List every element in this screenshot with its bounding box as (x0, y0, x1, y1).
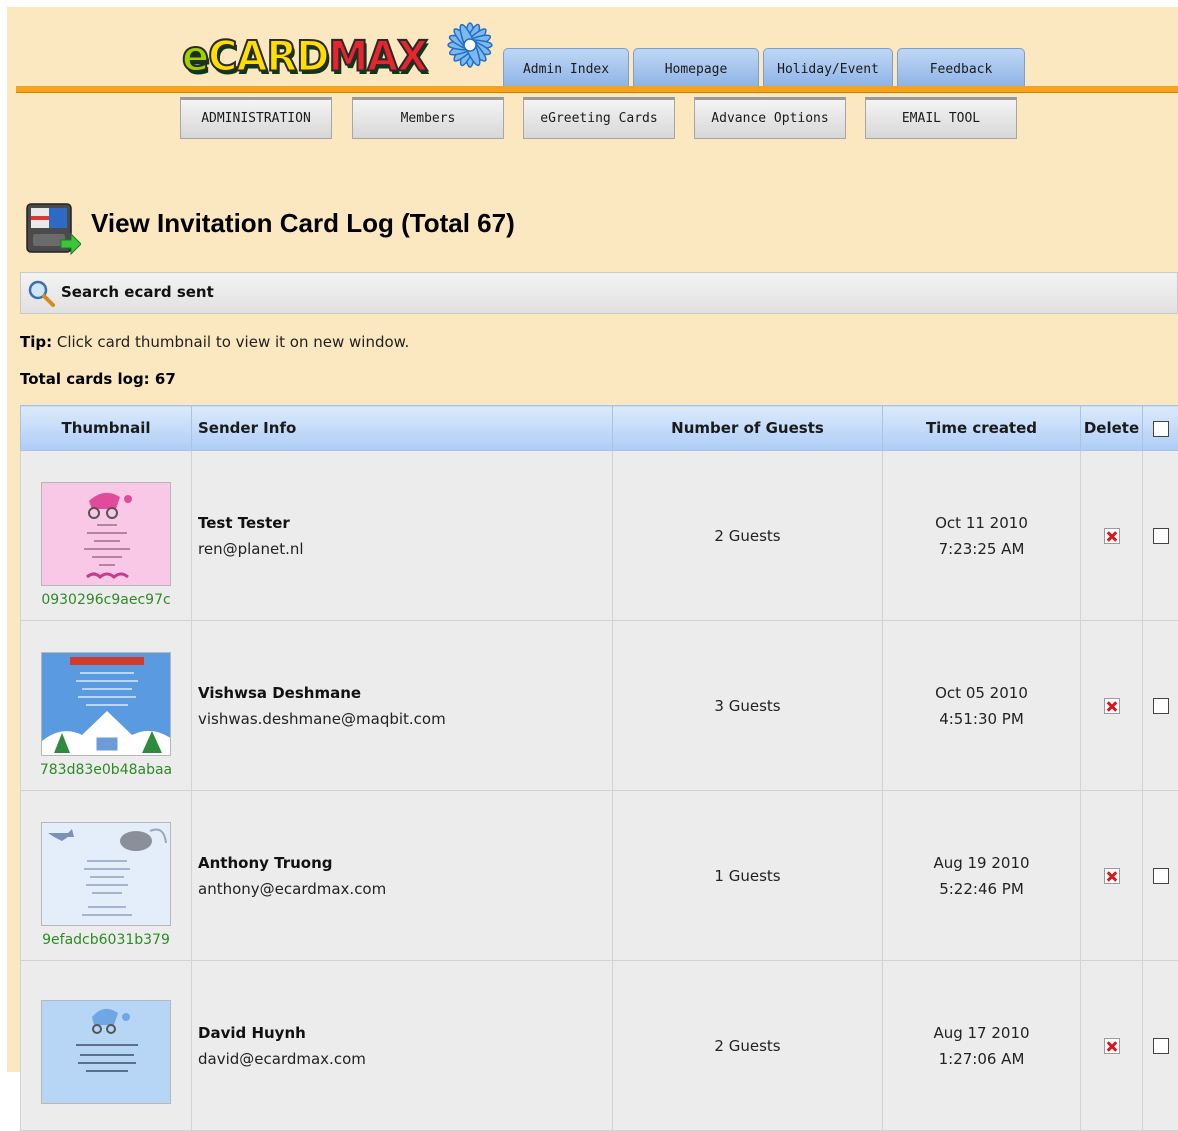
sender-name: Vishwsa Deshmane (198, 680, 612, 706)
nav-administration[interactable]: ADMINISTRATION (180, 97, 332, 139)
table-header-row: Thumbnail Sender Info Number of Guests T… (21, 406, 1178, 451)
table-row: David Huynh david@ecardmax.com 2 Guests … (21, 961, 1178, 1131)
select-cell (1143, 451, 1178, 621)
table-row: 0930296c9aec97c Test Tester ren@planet.n… (21, 451, 1178, 621)
created-time: 4:51:30 PM (883, 706, 1080, 732)
thumbnail-cell: 783d83e0b48abaa (21, 621, 192, 791)
card-log-table: Thumbnail Sender Info Number of Guests T… (20, 405, 1178, 1131)
nav-egreeting-cards[interactable]: eGreeting Cards (523, 97, 675, 139)
delete-cell (1081, 791, 1143, 961)
sender-email: vishwas.deshmane@maqbit.com (198, 706, 612, 732)
search-label: Search ecard sent (61, 283, 214, 301)
sender-cell: Vishwsa Deshmane vishwas.deshmane@maqbit… (192, 621, 613, 791)
delete-icon[interactable] (1104, 698, 1120, 714)
delete-icon[interactable] (1104, 868, 1120, 884)
sender-cell: Test Tester ren@planet.nl (192, 451, 613, 621)
row-checkbox[interactable] (1153, 698, 1169, 714)
guests-cell: 3 Guests (613, 621, 883, 791)
sender-email: anthony@ecardmax.com (198, 876, 612, 902)
created-time: 5:22:46 PM (883, 876, 1080, 902)
tab-admin-index[interactable]: Admin Index (503, 48, 629, 86)
delete-cell (1081, 451, 1143, 621)
created-date: Oct 05 2010 (883, 680, 1080, 706)
guests-cell: 1 Guests (613, 791, 883, 961)
search-bar[interactable]: Search ecard sent (20, 272, 1178, 314)
page: eCARDMAX Admin Index Homepage Holiday/Ev… (7, 7, 1178, 1072)
col-select-all[interactable] (1143, 406, 1178, 451)
row-checkbox[interactable] (1153, 528, 1169, 544)
created-time: 7:23:25 AM (883, 536, 1080, 562)
sender-cell: Anthony Truong anthony@ecardmax.com (192, 791, 613, 961)
header-divider (16, 86, 1178, 93)
logo-flower-icon (428, 11, 510, 83)
guests-cell: 2 Guests (613, 961, 883, 1131)
nav-members[interactable]: Members (352, 97, 504, 139)
card-code-link[interactable]: 9efadcb6031b379 (21, 932, 191, 948)
sender-email: david@ecardmax.com (198, 1046, 612, 1072)
col-sender-info: Sender Info (192, 406, 613, 451)
created-date: Aug 19 2010 (883, 850, 1080, 876)
col-number-of-guests: Number of Guests (613, 406, 883, 451)
delete-cell (1081, 961, 1143, 1131)
row-checkbox[interactable] (1153, 868, 1169, 884)
sender-name: Test Tester (198, 510, 612, 536)
card-code-link[interactable]: 0930296c9aec97c (21, 592, 191, 608)
col-thumbnail: Thumbnail (21, 406, 192, 451)
tip-text: Tip: Click card thumbnail to view it on … (20, 333, 409, 351)
time-cell: Aug 17 2010 1:27:06 AM (883, 961, 1081, 1131)
select-cell (1143, 621, 1178, 791)
card-log-icon (25, 200, 81, 256)
delete-icon[interactable] (1104, 528, 1120, 544)
sender-cell: David Huynh david@ecardmax.com (192, 961, 613, 1131)
ecardmax-logo[interactable]: eCARDMAX (180, 11, 510, 83)
select-cell (1143, 791, 1178, 961)
card-thumbnail[interactable] (41, 652, 171, 756)
nav-advance-options[interactable]: Advance Options (694, 97, 846, 139)
table-row: 783d83e0b48abaa Vishwsa Deshmane vishwas… (21, 621, 1178, 791)
magnifier-icon (27, 279, 55, 307)
sub-nav: ADMINISTRATION Members eGreeting Cards A… (170, 93, 1034, 142)
total-cards-log: Total cards log: 67 (20, 370, 176, 388)
table-row: 9efadcb6031b379 Anthony Truong anthony@e… (21, 791, 1178, 961)
select-all-checkbox[interactable] (1153, 421, 1169, 437)
time-cell: Aug 19 2010 5:22:46 PM (883, 791, 1081, 961)
tab-feedback[interactable]: Feedback (897, 48, 1025, 86)
logo-wordmark: eCARDMAX (182, 32, 427, 82)
tab-homepage[interactable]: Homepage (633, 48, 759, 86)
col-time-created: Time created (883, 406, 1081, 451)
card-code-link[interactable]: 783d83e0b48abaa (21, 762, 191, 778)
row-checkbox[interactable] (1153, 1038, 1169, 1054)
time-cell: Oct 05 2010 4:51:30 PM (883, 621, 1081, 791)
card-thumbnail[interactable] (41, 822, 171, 926)
sender-name: David Huynh (198, 1020, 612, 1046)
created-time: 1:27:06 AM (883, 1046, 1080, 1072)
page-title: View Invitation Card Log (Total 67) (91, 207, 515, 239)
tab-holiday-event[interactable]: Holiday/Event (763, 48, 893, 86)
created-date: Oct 11 2010 (883, 510, 1080, 536)
delete-cell (1081, 621, 1143, 791)
card-thumbnail[interactable] (41, 1000, 171, 1104)
thumbnail-cell: 0930296c9aec97c (21, 451, 192, 621)
card-thumbnail[interactable] (41, 482, 171, 586)
thumbnail-cell (21, 961, 192, 1131)
sender-name: Anthony Truong (198, 850, 612, 876)
created-date: Aug 17 2010 (883, 1020, 1080, 1046)
delete-icon[interactable] (1104, 1038, 1120, 1054)
col-delete: Delete (1081, 406, 1143, 451)
time-cell: Oct 11 2010 7:23:25 AM (883, 451, 1081, 621)
thumbnail-cell: 9efadcb6031b379 (21, 791, 192, 961)
sender-email: ren@planet.nl (198, 536, 612, 562)
guests-cell: 2 Guests (613, 451, 883, 621)
select-cell (1143, 961, 1178, 1131)
nav-email-tool[interactable]: EMAIL TOOL (865, 97, 1017, 139)
